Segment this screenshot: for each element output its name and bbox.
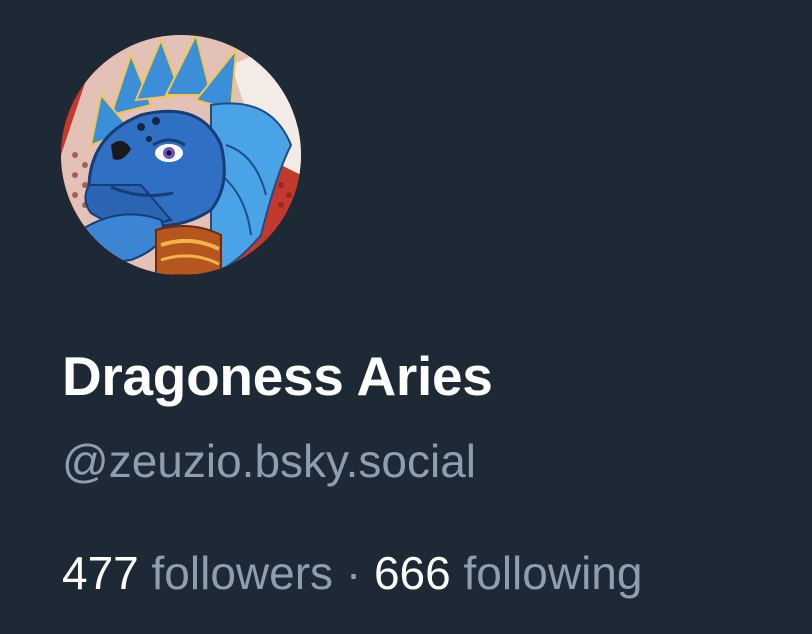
followers-link[interactable]: 477 followers [62, 547, 333, 599]
profile-card: Dragoness Aries @zeuzio.bsky.social 477 … [0, 0, 812, 634]
stats-separator: · [345, 547, 362, 599]
display-name: Dragoness Aries [62, 345, 493, 407]
followers-label: followers [151, 547, 334, 599]
following-count: 666 [373, 547, 451, 599]
following-label: following [463, 547, 643, 599]
profile-avatar[interactable] [61, 35, 301, 275]
profile-handle[interactable]: @zeuzio.bsky.social [62, 430, 476, 492]
profile-stats: 477 followers · 666 following [62, 542, 642, 604]
following-link[interactable]: 666 following [374, 547, 643, 599]
followers-count: 477 [62, 547, 139, 599]
dragon-avatar-icon [61, 35, 301, 275]
